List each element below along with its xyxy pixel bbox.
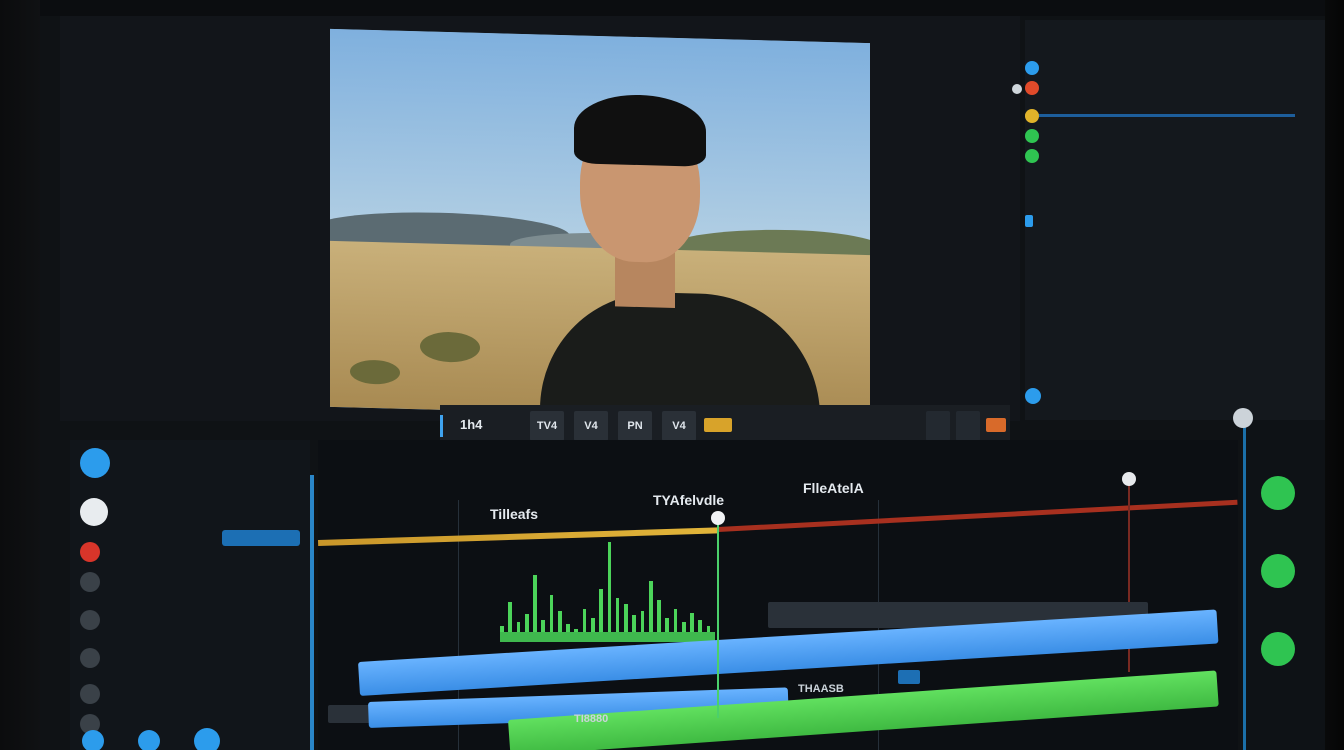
editor-window: 1h4 TV4 V4 PN V4 Tilleafs TYAfelvdle Fll…	[40, 0, 1325, 750]
video-viewer[interactable]	[330, 28, 870, 422]
clip-marker[interactable]	[898, 670, 920, 684]
panel-row[interactable]	[80, 608, 300, 630]
ruler-label: Tilleafs	[490, 506, 538, 522]
bottom-button-icon[interactable]	[82, 730, 104, 750]
status-dot-icon	[1025, 149, 1039, 163]
timecode-marker	[440, 415, 443, 437]
bottom-button-icon[interactable]	[194, 728, 220, 750]
panel-row[interactable]	[80, 712, 300, 734]
waveform-base	[500, 632, 715, 642]
inspector-item[interactable]	[1025, 58, 1305, 76]
transport-button[interactable]: V4	[574, 411, 608, 441]
preview-panel	[60, 16, 1022, 422]
inspector-item[interactable]	[1025, 106, 1305, 124]
tool-icon[interactable]	[956, 411, 980, 441]
waveform-bar	[607, 542, 612, 642]
green-status-icon[interactable]	[1261, 554, 1295, 588]
green-status-icon[interactable]	[1261, 476, 1295, 510]
inspector-item[interactable]	[1025, 126, 1305, 144]
track-label: THAASB	[798, 683, 844, 695]
status-dot-icon	[1025, 61, 1039, 75]
inspector-panel	[1025, 20, 1325, 420]
status-dot-icon	[1025, 129, 1039, 143]
transport-button[interactable]: TV4	[530, 411, 564, 441]
record-icon[interactable]	[704, 418, 732, 432]
playhead-icon[interactable]	[711, 511, 725, 525]
active-chip[interactable]	[222, 530, 300, 546]
viewer-option-dot[interactable]	[1012, 84, 1022, 94]
panel-row[interactable]	[80, 448, 300, 478]
timeline-panel: Tilleafs TYAfelvdle FlleAtelA THAASB TI8…	[318, 440, 1238, 750]
circle-icon	[80, 684, 100, 704]
meter-rail	[1243, 420, 1246, 750]
inspector-item[interactable]	[1025, 212, 1305, 230]
mark-icon[interactable]	[986, 418, 1006, 432]
effects-panel	[70, 440, 310, 750]
crop-icon[interactable]	[926, 411, 950, 441]
inspector-select-icon[interactable]	[1025, 388, 1041, 404]
inspector-item[interactable]	[1025, 234, 1305, 252]
transport-button[interactable]: V4	[662, 411, 696, 441]
transport-button[interactable]: PN	[618, 411, 652, 441]
timecode-display: 1h4	[460, 417, 483, 432]
ruler-label: TYAfelvdle	[653, 492, 725, 508]
inspector-item[interactable]	[1025, 172, 1305, 190]
panel-row[interactable]	[80, 498, 300, 526]
panel-row[interactable]	[80, 570, 300, 592]
circle-icon	[80, 498, 108, 526]
meter-panel	[1233, 408, 1325, 750]
bottom-button-icon[interactable]	[138, 730, 160, 750]
panel-row[interactable]	[80, 530, 300, 562]
circle-icon	[80, 610, 100, 630]
playhead[interactable]	[717, 518, 719, 718]
out-marker-handle[interactable]	[1122, 472, 1136, 486]
panel-row[interactable]	[80, 646, 300, 668]
audio-waveform	[500, 540, 715, 642]
circle-icon	[80, 448, 110, 478]
ruler-label: FlleAtelA	[803, 480, 864, 496]
meter-knob[interactable]	[1233, 408, 1253, 428]
status-dot-icon	[1025, 215, 1033, 227]
panel-row[interactable]	[80, 682, 300, 704]
record-dot-icon	[80, 542, 100, 562]
circle-icon	[80, 572, 100, 592]
inspector-item[interactable]	[1025, 78, 1305, 96]
menu-bar	[40, 0, 1325, 16]
track-label: TI8880	[574, 713, 609, 725]
green-status-icon[interactable]	[1261, 632, 1295, 666]
timeline-left-edge	[310, 475, 314, 750]
timeline-ruler: Tilleafs TYAfelvdle FlleAtelA	[318, 440, 1238, 522]
circle-icon	[80, 648, 100, 668]
status-dot-icon	[1025, 81, 1039, 95]
status-dot-icon	[1025, 109, 1039, 123]
inspector-item[interactable]	[1025, 146, 1305, 164]
